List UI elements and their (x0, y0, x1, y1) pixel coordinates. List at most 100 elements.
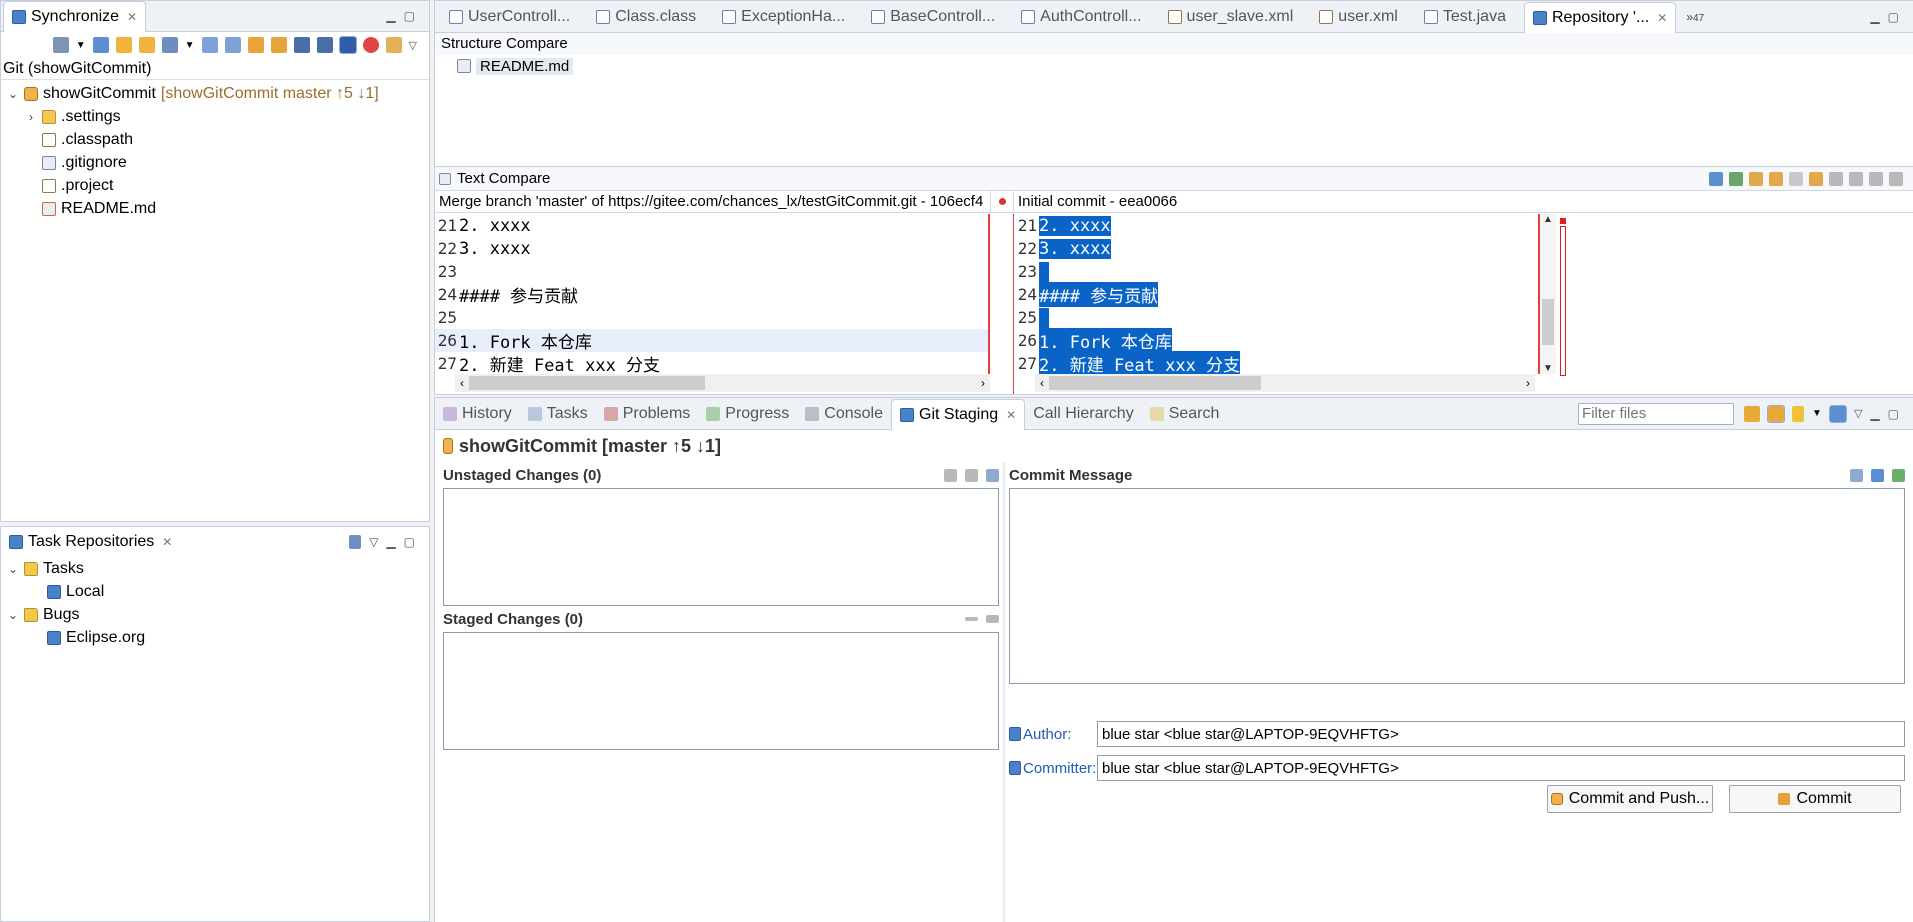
minimize-icon[interactable]: ▁ (1870, 407, 1879, 421)
code-line[interactable]: 26 1. Fork 本仓库 (1015, 328, 1535, 353)
right-code-pane[interactable]: 21 2. xxxx 22 3. xxxx 23 24 #### 参与贡献 25 26 1. … (1015, 214, 1535, 374)
tab-user-xml[interactable]: user.xml (1311, 2, 1406, 32)
tree-item-gitignore[interactable]: .gitignore (1, 151, 429, 174)
staged-list[interactable] (443, 632, 999, 750)
right-horizontal-scrollbar[interactable]: ‹ › (1035, 374, 1535, 392)
sort-icon[interactable] (986, 468, 999, 482)
vertical-splitter[interactable] (1003, 462, 1005, 922)
prev-change-icon[interactable] (1889, 171, 1903, 186)
chevron-down-icon[interactable]: ▼ (1812, 408, 1822, 419)
close-icon[interactable]: ✕ (1657, 11, 1667, 25)
code-line[interactable]: 27 2. 新建 Feat_xxx 分支 (435, 352, 988, 374)
scroll-down-icon[interactable]: ▼ (1540, 363, 1556, 374)
tab-tasks[interactable]: Tasks (520, 399, 596, 429)
ancestor-pane-icon[interactable] (1729, 171, 1743, 186)
code-line[interactable]: 22 3. xxxx (435, 237, 988, 260)
view-menu-icon[interactable]: ▽ (1854, 407, 1862, 420)
author-field[interactable]: blue star <blue star@LAPTOP-9EQVHFTG> (1097, 721, 1905, 747)
tab-progress[interactable]: Progress (698, 399, 797, 429)
close-icon[interactable]: ✕ (127, 10, 137, 24)
code-line[interactable]: 27 2. 新建 Feat_xxx 分支 (1015, 351, 1535, 374)
maximize-icon[interactable]: ▢ (1888, 10, 1899, 24)
tree-item-classpath[interactable]: .classpath (1, 128, 429, 151)
unstage-all-icon[interactable] (986, 615, 999, 623)
tab-synchronize[interactable]: Synchronize ✕ (3, 1, 147, 32)
scroll-right-icon[interactable]: › (1521, 376, 1535, 390)
code-line[interactable]: 21 2. xxxx (435, 214, 988, 237)
tab-exception-handler[interactable]: ExceptionHa... (714, 2, 853, 32)
chevron-right-icon[interactable]: › (25, 110, 37, 124)
add-repository-icon[interactable] (349, 535, 362, 549)
committer-field[interactable]: blue star <blue star@LAPTOP-9EQVHFTG> (1097, 755, 1905, 781)
stage-all-icon[interactable] (965, 468, 978, 482)
tree-item-eclipse-org[interactable]: Eclipse.org (1, 626, 429, 649)
copy-all-left-icon[interactable] (1769, 171, 1783, 186)
code-line[interactable]: 21 2. xxxx (1015, 214, 1535, 237)
minimize-icon[interactable]: ▁ (1870, 10, 1879, 24)
pin-icon[interactable] (385, 37, 402, 53)
maximize-icon[interactable]: ▢ (404, 9, 415, 23)
stage-selected-icon[interactable] (944, 468, 957, 482)
code-line[interactable]: 24 #### 参与贡献 (1015, 282, 1535, 307)
tab-git-staging[interactable]: Git Staging ✕ (891, 398, 1026, 430)
expand-all-icon[interactable] (201, 37, 218, 53)
link-selection-icon[interactable] (1767, 404, 1786, 423)
signed-off-icon[interactable] (1871, 468, 1884, 482)
unstage-selected-icon[interactable] (965, 617, 978, 621)
code-line[interactable]: 22 3. xxxx (1015, 237, 1535, 260)
copy-current-left-icon[interactable] (1789, 171, 1803, 186)
incoming-mode-icon[interactable] (293, 37, 310, 53)
scroll-left-icon[interactable]: ‹ (1035, 376, 1049, 390)
scroll-up-icon[interactable]: ▲ (1540, 214, 1556, 225)
tab-class-class[interactable]: Class.class (588, 2, 704, 32)
tab-history[interactable]: History (435, 399, 520, 429)
code-line[interactable]: 23 (435, 260, 988, 283)
tab-problems[interactable]: Problems (596, 399, 699, 429)
two-way-compare-icon[interactable] (1709, 171, 1723, 186)
scroll-thumb[interactable] (1542, 299, 1554, 345)
layout-icon[interactable] (1828, 404, 1847, 423)
chevron-down-icon[interactable]: ⌄ (7, 87, 19, 101)
tree-item-settings[interactable]: › .settings (1, 105, 429, 128)
amend-icon[interactable] (1850, 468, 1863, 482)
next-change-icon[interactable] (1869, 171, 1883, 186)
structure-file-readme[interactable]: README.md (435, 55, 1913, 77)
layout-icon[interactable] (161, 37, 178, 53)
tree-group-tasks[interactable]: ⌄ Tasks (1, 557, 429, 580)
tab-user-slave-xml[interactable]: user_slave.xml (1160, 2, 1302, 32)
tab-task-repositories[interactable]: Task Repositories ✕ (1, 527, 180, 557)
next-difference-icon[interactable] (1829, 171, 1843, 186)
tab-auth-controller[interactable]: AuthControll... (1013, 2, 1149, 32)
fetch-icon[interactable] (115, 37, 132, 53)
scroll-left-icon[interactable]: ‹ (455, 376, 469, 390)
close-icon[interactable]: ✕ (1006, 408, 1016, 422)
scroll-thumb[interactable] (1049, 376, 1261, 390)
tab-user-controller[interactable]: UserControll... (441, 2, 578, 32)
minimize-icon[interactable]: ▁ (386, 9, 395, 23)
left-horizontal-scrollbar[interactable]: ‹ › (455, 374, 990, 392)
commit-message-input[interactable] (1009, 488, 1905, 684)
view-menu-icon[interactable]: ▽ (369, 535, 378, 549)
refresh-icon[interactable] (1744, 405, 1761, 422)
code-line[interactable]: 26 1. Fork 本仓库 (435, 329, 988, 353)
commit-button[interactable]: Commit (1729, 785, 1901, 813)
tab-search[interactable]: Search (1142, 399, 1228, 429)
close-icon[interactable]: ✕ (162, 535, 172, 549)
chevron-down-icon[interactable]: ⌄ (7, 608, 19, 622)
unstaged-list[interactable] (443, 488, 999, 606)
code-line[interactable]: 25 (435, 306, 988, 329)
code-line[interactable]: 25 (1015, 306, 1535, 329)
filter-files-input[interactable] (1578, 402, 1735, 425)
ignore-whitespace-icon[interactable] (1749, 171, 1763, 186)
conflicts-mode-icon[interactable] (362, 37, 379, 53)
push-icon[interactable] (138, 37, 155, 53)
maximize-icon[interactable]: ▢ (404, 535, 415, 549)
tab-overflow[interactable]: »47 (1686, 10, 1704, 24)
both-mode-icon[interactable] (338, 36, 357, 54)
commit-and-push-button[interactable]: Commit and Push... (1547, 785, 1713, 813)
collapse-all-icon[interactable] (224, 37, 241, 53)
sync-dropdown-icon[interactable] (52, 37, 69, 53)
view-menu-icon[interactable]: ▽ (409, 39, 417, 52)
next-diff-icon[interactable] (247, 37, 264, 53)
tab-base-controller[interactable]: BaseControll... (863, 2, 1003, 32)
